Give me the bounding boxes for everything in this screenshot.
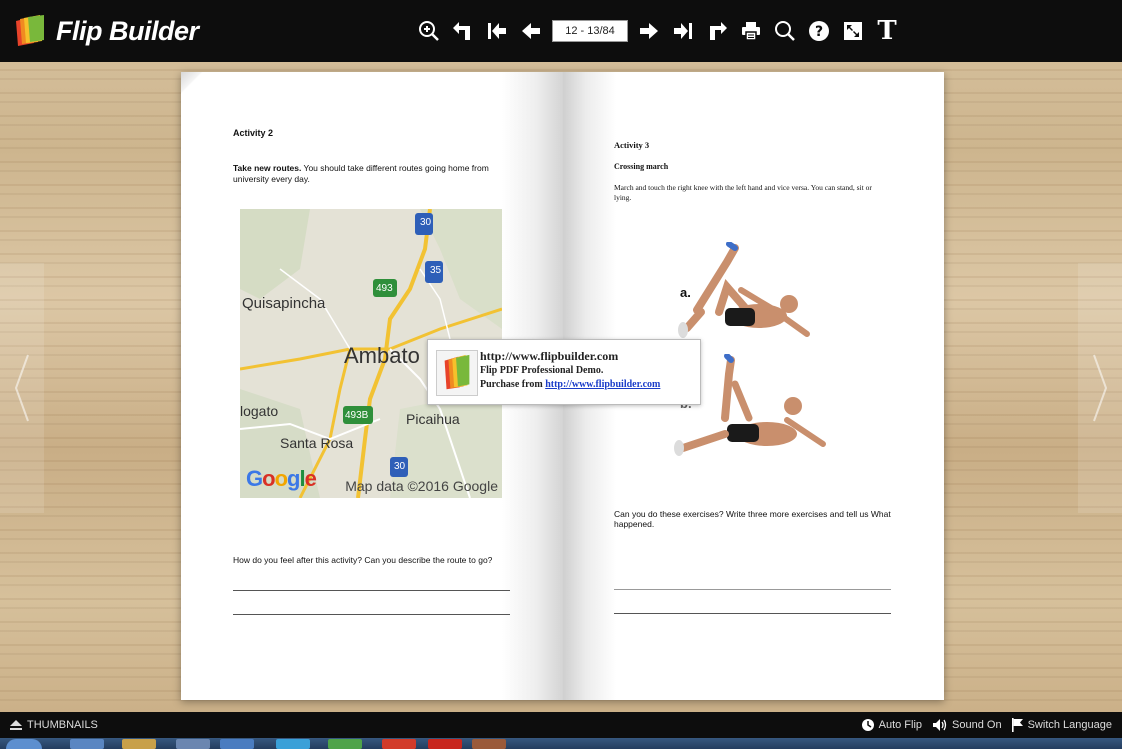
demo-purchase-line: Purchase from http://www.flipbuilder.com xyxy=(480,378,660,392)
flip-pdf-product-icon xyxy=(436,350,478,396)
highway-shield-493: 493 xyxy=(376,283,393,294)
page-corner-curl[interactable] xyxy=(181,72,203,94)
map-label-quisapincha: Quisapincha xyxy=(242,295,326,312)
search-button[interactable] xyxy=(768,14,802,48)
demo-product-name: Flip PDF Professional Demo. xyxy=(480,365,604,376)
print-icon xyxy=(742,22,760,41)
sound-toggle-button[interactable]: Sound On xyxy=(932,718,1002,732)
taskbar-app-icon[interactable] xyxy=(70,739,104,749)
taskbar-app-icon[interactable] xyxy=(382,739,416,749)
bottom-right-controls: Auto Flip Sound On Switch Language xyxy=(851,712,1112,738)
previous-page-side-arrow[interactable] xyxy=(0,263,44,513)
map-label-picaihua: Picaihua xyxy=(406,411,460,427)
next-page-side-arrow[interactable] xyxy=(1078,263,1122,513)
bottom-toolbar: THUMBNAILS Auto Flip Sound On Switch Lan… xyxy=(0,712,1122,738)
answer-line xyxy=(233,614,510,615)
next-page-icon xyxy=(640,23,658,39)
help-button[interactable]: ? xyxy=(802,14,836,48)
previous-page-button[interactable] xyxy=(514,14,548,48)
thumbnails-label: THUMBNAILS xyxy=(27,719,98,731)
last-page-icon xyxy=(674,23,692,39)
activity-2-title: Activity 2 xyxy=(233,128,274,138)
zoom-in-icon xyxy=(419,21,439,41)
app-logo[interactable]: Flip Builder xyxy=(10,13,199,49)
taskbar-app-icon[interactable] xyxy=(472,739,506,749)
fullscreen-button[interactable] xyxy=(836,14,870,48)
eject-up-icon xyxy=(10,720,22,730)
flag-icon xyxy=(1011,718,1023,732)
highway-shield-35: 35 xyxy=(430,265,442,276)
taskbar-app-icon[interactable] xyxy=(328,739,362,749)
demo-url: http://www.flipbuilder.com xyxy=(480,349,619,363)
speaker-icon xyxy=(933,719,947,731)
activity-3-question: Can you do these exercises? Write three … xyxy=(614,509,891,529)
chevron-right-icon xyxy=(1093,354,1108,422)
print-button[interactable] xyxy=(734,14,768,48)
flip-builder-logo-icon xyxy=(16,15,44,46)
next-page-button[interactable] xyxy=(632,14,666,48)
switch-language-label: Switch Language xyxy=(1027,719,1112,731)
activity-3-instruction: March and touch the right knee with the … xyxy=(614,183,872,202)
answer-line xyxy=(614,589,891,590)
instruction-bold: Take new routes. xyxy=(233,163,302,173)
demo-text-block: http://www.flipbuilder.com Flip PDF Prof… xyxy=(480,349,660,392)
answer-line xyxy=(233,590,510,591)
taskbar-pdf-icon[interactable] xyxy=(428,739,462,749)
map-label-partial: logato xyxy=(240,403,279,419)
back-icon xyxy=(453,22,470,40)
activity-3-subtitle: Crossing march xyxy=(614,162,669,171)
fullscreen-icon xyxy=(844,22,862,40)
demo-watermark-popup[interactable]: http://www.flipbuilder.com Flip PDF Prof… xyxy=(427,339,701,405)
text-icon: T xyxy=(877,16,897,46)
auto-flip-label: Auto Flip xyxy=(878,719,923,731)
back-button[interactable] xyxy=(446,14,480,48)
exercise-a-image xyxy=(678,242,810,338)
map-attribution: Map data ©2016 Google xyxy=(345,478,498,494)
auto-flip-button[interactable]: Auto Flip xyxy=(861,718,922,732)
first-page-icon xyxy=(488,23,506,39)
navigation-toolbar: 12 - 13/84 ? T xyxy=(412,14,904,48)
activity-2-instruction: Take new routes. You should take differe… xyxy=(233,163,523,185)
previous-page-icon xyxy=(522,23,540,39)
taskbar-app-icon[interactable] xyxy=(176,739,210,749)
highway-shield-30-bottom: 30 xyxy=(394,461,406,472)
last-page-button[interactable] xyxy=(666,14,700,48)
activity-3-title: Activity 3 xyxy=(614,140,650,150)
zoom-in-button[interactable] xyxy=(412,14,446,48)
start-orb-icon[interactable] xyxy=(6,739,42,749)
map-label-ambato: Ambato xyxy=(344,343,420,368)
os-taskbar xyxy=(0,738,1122,749)
answer-line xyxy=(614,613,891,614)
taskbar-folder-icon[interactable] xyxy=(122,739,156,749)
switch-language-button[interactable]: Switch Language xyxy=(1011,718,1112,732)
forward-icon xyxy=(710,22,727,40)
taskbar-browser-icon[interactable] xyxy=(276,739,310,749)
top-toolbar: Flip Builder 12 - 13/84 ? T xyxy=(0,0,1122,62)
thumbnails-toggle[interactable]: THUMBNAILS xyxy=(10,719,98,731)
svg-text:?: ? xyxy=(815,24,823,40)
sound-label: Sound On xyxy=(952,719,1002,731)
chevron-left-icon xyxy=(14,354,29,422)
taskbar-app-icon[interactable] xyxy=(220,739,254,749)
highway-shield-30-top: 30 xyxy=(420,217,432,228)
text-mode-button[interactable]: T xyxy=(870,14,904,48)
activity-2-question: How do you feel after this activity? Can… xyxy=(233,555,493,565)
demo-purchase-prefix: Purchase from xyxy=(480,379,546,390)
highway-shield-493b: 493B xyxy=(345,410,369,421)
google-logo: Google xyxy=(246,466,317,491)
map-label-santa-rosa: Santa Rosa xyxy=(280,435,354,451)
page-indicator-input[interactable]: 12 - 13/84 xyxy=(552,20,628,42)
demo-purchase-link[interactable]: http://www.flipbuilder.com xyxy=(545,379,660,390)
clock-icon xyxy=(861,719,874,731)
search-icon xyxy=(775,21,795,41)
forward-button[interactable] xyxy=(700,14,734,48)
app-title: Flip Builder xyxy=(56,15,199,46)
help-icon: ? xyxy=(809,21,829,41)
first-page-button[interactable] xyxy=(480,14,514,48)
